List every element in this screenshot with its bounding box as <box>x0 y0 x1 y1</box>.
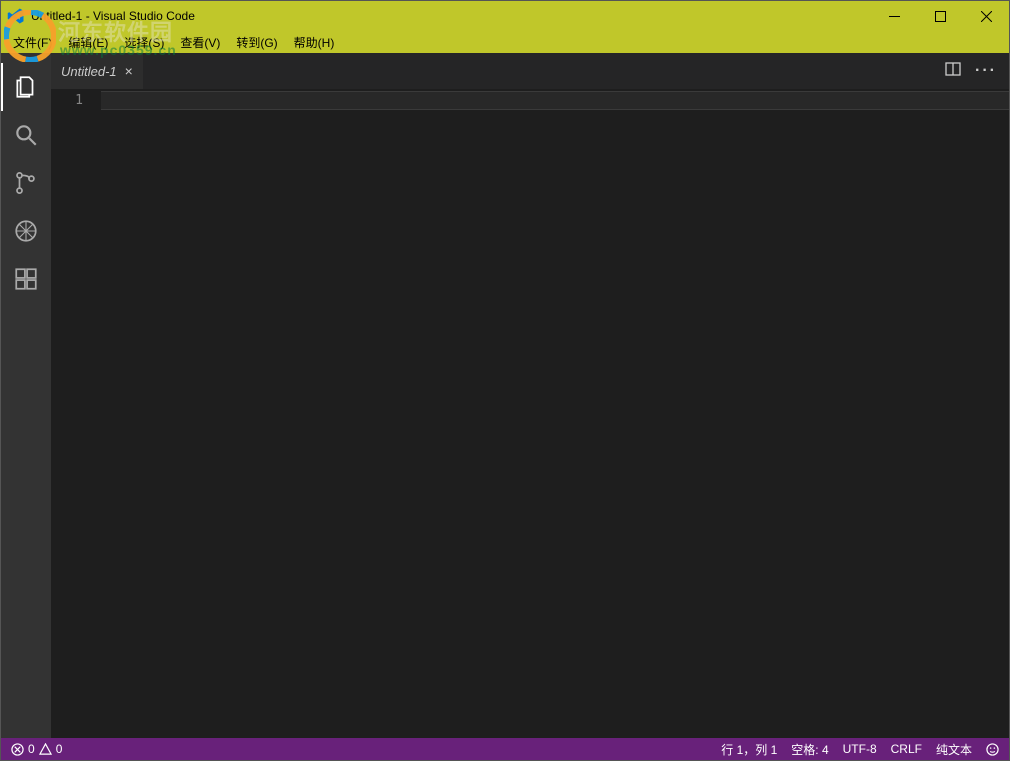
status-cursor-position[interactable]: 行 1，列 1 <box>721 741 777 758</box>
editor-actions: ··· <box>933 53 1009 89</box>
menu-view[interactable]: 查看(V) <box>172 32 228 53</box>
maximize-button[interactable] <box>917 1 963 31</box>
files-icon <box>13 74 39 100</box>
search-icon <box>13 122 39 148</box>
main-area: Untitled-1 × ··· 1 <box>1 53 1009 738</box>
tab-close-icon[interactable]: × <box>125 64 133 78</box>
activity-explorer[interactable] <box>1 63 51 111</box>
status-encoding[interactable]: UTF-8 <box>843 742 877 756</box>
status-warnings[interactable]: 0 <box>39 742 63 756</box>
editor-tabs: Untitled-1 × ··· <box>51 53 1009 89</box>
status-language[interactable]: 纯文本 <box>936 741 972 758</box>
status-indent[interactable]: 空格: 4 <box>791 741 828 758</box>
menu-select[interactable]: 选择(S) <box>116 32 172 53</box>
activity-extensions[interactable] <box>1 255 51 303</box>
editor-tab[interactable]: Untitled-1 × <box>51 53 144 89</box>
extensions-icon <box>13 266 39 292</box>
editor-body[interactable]: 1 <box>51 89 1009 738</box>
smiley-icon <box>986 743 999 756</box>
status-bar: 0 0 行 1，列 1 空格: 4 UTF-8 CRLF 纯文本 <box>1 738 1009 760</box>
menu-help[interactable]: 帮助(H) <box>286 32 343 53</box>
git-icon <box>13 170 39 196</box>
window-title: Untitled-1 - Visual Studio Code <box>31 9 195 23</box>
tab-label: Untitled-1 <box>61 64 117 79</box>
activity-source-control[interactable] <box>1 159 51 207</box>
minimize-button[interactable] <box>871 1 917 31</box>
status-feedback[interactable] <box>986 743 999 756</box>
menu-edit[interactable]: 编辑(E) <box>60 32 116 53</box>
status-eol[interactable]: CRLF <box>891 742 922 756</box>
title-bar[interactable]: Untitled-1 - Visual Studio Code <box>1 1 1009 31</box>
menu-goto[interactable]: 转到(G) <box>228 32 285 53</box>
editor-area: Untitled-1 × ··· 1 <box>51 53 1009 738</box>
bug-icon <box>13 218 39 244</box>
menu-bar: 文件(F) 编辑(E) 选择(S) 查看(V) 转到(G) 帮助(H) <box>1 31 1009 53</box>
status-errors[interactable]: 0 <box>11 742 35 756</box>
close-button[interactable] <box>963 1 1009 31</box>
activity-bar <box>1 53 51 738</box>
line-gutter: 1 <box>51 89 101 738</box>
menu-file[interactable]: 文件(F) <box>5 32 60 53</box>
more-actions-icon[interactable]: ··· <box>975 62 997 80</box>
activity-search[interactable] <box>1 111 51 159</box>
code-area[interactable] <box>101 89 1009 738</box>
line-number: 1 <box>51 93 83 108</box>
activity-debug[interactable] <box>1 207 51 255</box>
error-icon <box>11 743 24 756</box>
split-editor-icon[interactable] <box>945 61 961 82</box>
current-line-highlight <box>101 91 1009 110</box>
vscode-icon <box>7 7 25 25</box>
warning-icon <box>39 743 52 756</box>
